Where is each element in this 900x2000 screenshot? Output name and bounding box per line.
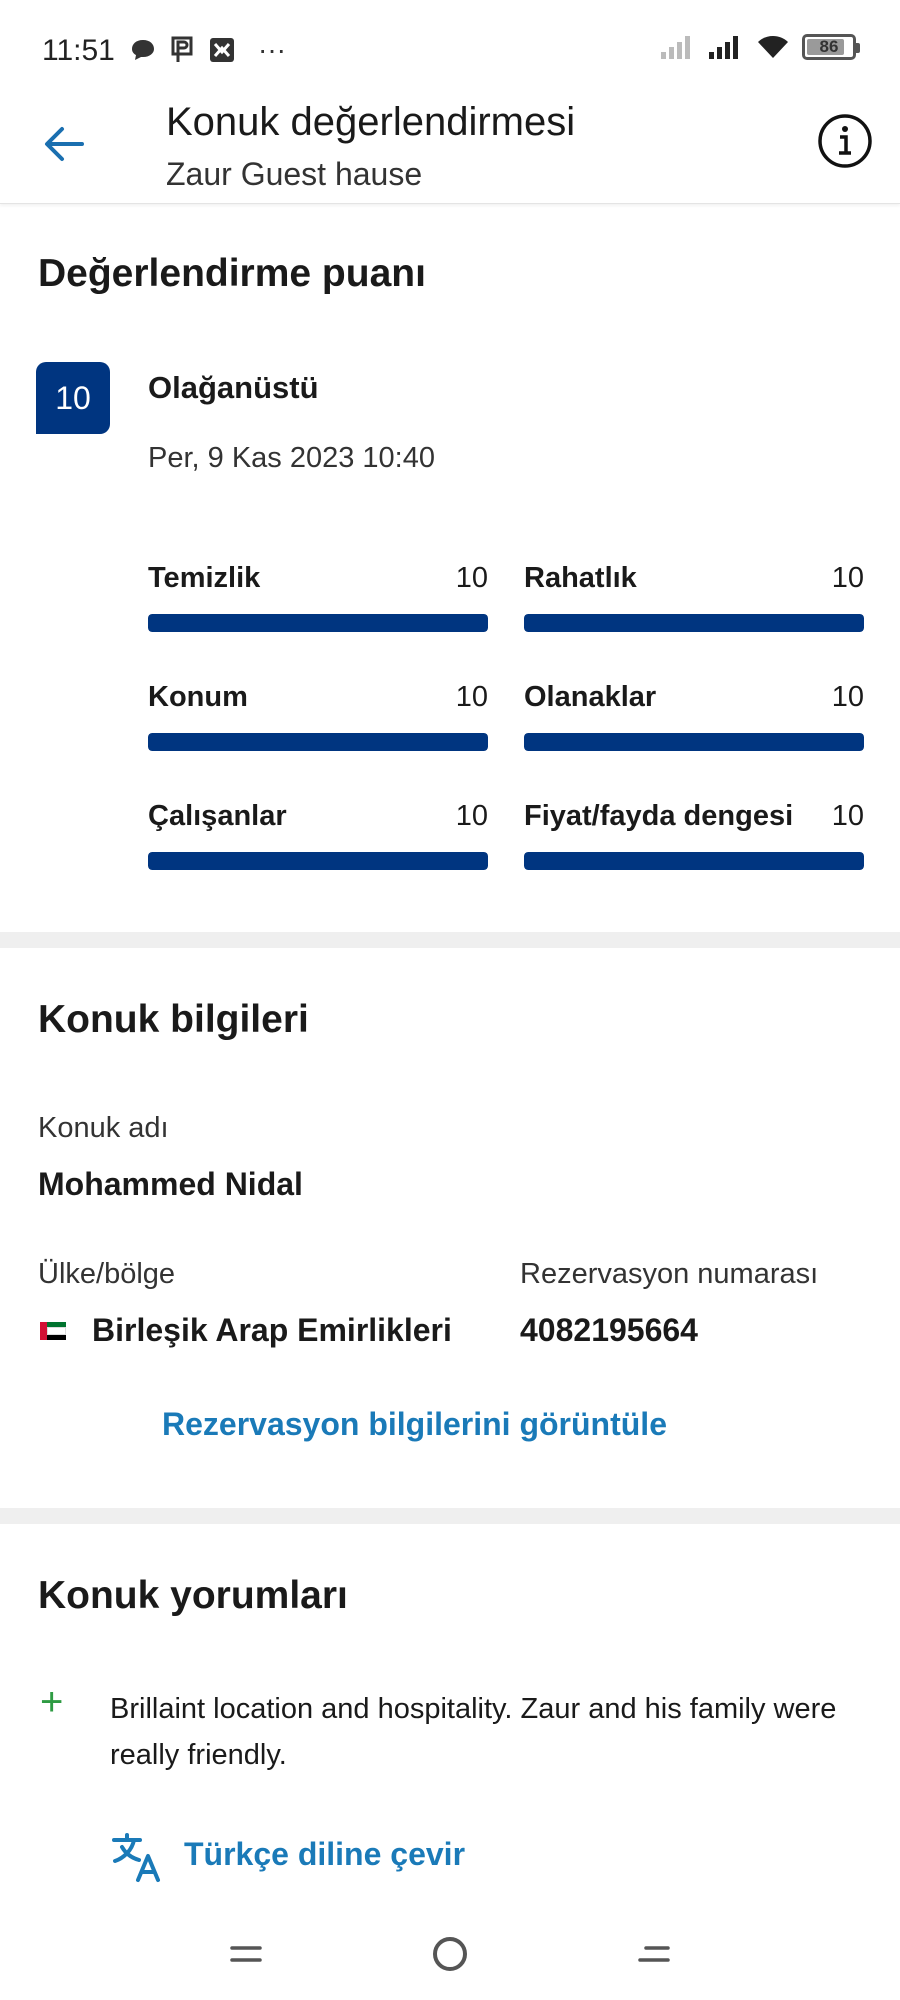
signal-weak-icon [661, 36, 690, 59]
signal-strong-icon [709, 36, 738, 59]
score-section-title: Değerlendirme puanı [38, 252, 426, 295]
guest-name: Mohammed Nidal [38, 1166, 303, 1202]
translate-link[interactable]: Türkçe diline çevir [184, 1836, 465, 1873]
translate-icon[interactable] [110, 1830, 164, 1884]
status-time: 11:51 [42, 34, 115, 67]
rating-bar-fill [524, 614, 864, 632]
section-divider [0, 1508, 900, 1524]
score-badge: 10 [36, 362, 110, 434]
rating-bar-fill [148, 852, 488, 870]
rating-value: 10 [455, 800, 488, 832]
arrow-left-icon [45, 127, 84, 161]
more-notifications-icon: ··· [258, 34, 286, 65]
rating-value: 10 [831, 681, 864, 713]
app-notification-icon [210, 38, 234, 62]
status-indicators: 86 [660, 34, 860, 60]
rating-label: Çalışanlar [148, 800, 287, 832]
home-circle-icon [433, 1937, 467, 1971]
review-date: Per, 9 Kas 2023 10:40 [148, 442, 435, 474]
app-bar: Konuk değerlendirmesi Zaur Guest hause [0, 100, 900, 204]
rating-bar-fill [524, 852, 864, 870]
rating-label: Temizlik [148, 562, 261, 594]
back-gesture-icon [638, 1946, 670, 1962]
chat-bubble-icon [132, 40, 154, 60]
status-bar: 11:51 ··· 86 [0, 0, 900, 100]
back-nav-button[interactable] [622, 1922, 686, 1986]
rating-bar [524, 614, 864, 632]
info-circle-icon [818, 114, 872, 168]
country-label: Ülke/bölge [38, 1258, 176, 1290]
score-label: Olağanüstü [148, 370, 319, 405]
rating-bar [148, 852, 488, 870]
rating-cleanliness: Temizlik 10 [148, 562, 488, 632]
home-button[interactable] [418, 1922, 482, 1986]
plus-icon: + [40, 1680, 64, 1724]
battery-level: 86 [819, 37, 839, 56]
parking-notification-icon [171, 36, 193, 62]
rating-label: Fiyat/fayda dengesi [524, 800, 794, 832]
rating-label: Rahatlık [524, 562, 637, 594]
rating-label: Konum [148, 681, 248, 713]
rating-value: 10 [831, 562, 864, 594]
system-nav-bar [0, 1908, 900, 2000]
rating-bar-fill [148, 614, 488, 632]
recent-apps-button[interactable] [214, 1922, 278, 1986]
rating-comfort: Rahatlık 10 [524, 562, 864, 632]
guest-name-label: Konuk adı [38, 1112, 169, 1144]
rating-value: 10 [831, 800, 864, 832]
page-title: Konuk değerlendirmesi [166, 100, 576, 144]
back-button[interactable] [34, 114, 94, 174]
guest-info-title: Konuk bilgileri [38, 998, 309, 1041]
battery-icon: 86 [802, 34, 860, 60]
rating-facilities: Olanaklar 10 [524, 681, 864, 751]
property-name: Zaur Guest hause [166, 156, 423, 192]
rating-staff: Çalışanlar 10 [148, 800, 488, 870]
rating-value: 10 [455, 681, 488, 713]
rating-bar [524, 852, 864, 870]
section-divider [0, 932, 900, 948]
rating-bar-fill [148, 733, 488, 751]
rating-value: 10 [455, 562, 488, 594]
reservation-number: 4082195664 [520, 1312, 698, 1348]
uae-flag-icon [40, 1322, 66, 1340]
guest-country: Birleşik Arap Emirlikleri [92, 1312, 452, 1348]
reservation-number-label: Rezervasyon numarası [520, 1258, 819, 1290]
rating-bar [148, 733, 488, 751]
menu-icon [230, 1946, 262, 1962]
positive-comment: Brillaint location and hospitality. Zaur… [110, 1693, 837, 1771]
wifi-icon [758, 36, 788, 58]
info-button[interactable] [814, 110, 876, 172]
rating-bar [148, 614, 488, 632]
rating-value-for-money: Fiyat/fayda dengesi 10 [524, 800, 864, 870]
view-reservation-link[interactable]: Rezervasyon bilgilerini görüntüle [162, 1406, 667, 1443]
rating-bar-fill [524, 733, 864, 751]
rating-bar [524, 733, 864, 751]
notification-icons: ··· [130, 34, 286, 66]
guest-comments-title: Konuk yorumları [38, 1574, 348, 1617]
rating-label: Olanaklar [524, 681, 657, 713]
rating-location: Konum 10 [148, 681, 488, 751]
